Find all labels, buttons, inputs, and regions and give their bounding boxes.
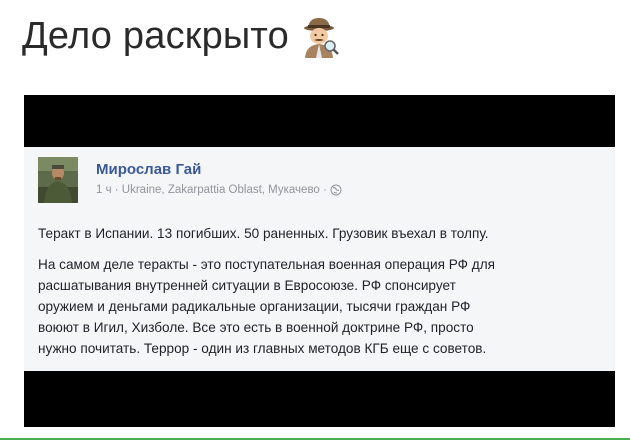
author-name-link[interactable]: Мирослав Гай xyxy=(96,161,201,178)
post-timestamp-location[interactable]: 1 ч · Ukraine, Zakarpattia Oblast, Мукач… xyxy=(96,184,327,196)
bottom-divider xyxy=(0,438,630,440)
post-text-line: воюют в Игил, Хизболе. Все это есть в во… xyxy=(38,320,474,335)
post-meta: 1 ч · Ukraine, Zakarpattia Oblast, Мукач… xyxy=(96,184,342,196)
globe-icon xyxy=(330,184,342,196)
avatar[interactable] xyxy=(38,157,78,203)
post-text-line: оружием и деньгами радикальные организац… xyxy=(38,299,471,314)
meme-title: Дело раскрыто xyxy=(22,14,341,58)
post-text-line: расшатывания внутренней ситуации в Еврос… xyxy=(38,278,456,293)
post-text-line: нужно почитать. Террор - один из главных… xyxy=(38,341,487,356)
detective-icon xyxy=(297,14,341,58)
post-text-paragraph-1: Теракт в Испании. 13 погибших. 50 раненн… xyxy=(38,226,489,241)
post-text-paragraph-2: На самом деле теракты - это поступательн… xyxy=(38,254,495,359)
facebook-post: Мирослав Гай 1 ч · Ukraine, Zakarpattia … xyxy=(24,147,615,371)
post-text-line: На самом деле теракты - это поступательн… xyxy=(38,257,496,272)
page-title: Дело раскрыто xyxy=(22,14,289,57)
